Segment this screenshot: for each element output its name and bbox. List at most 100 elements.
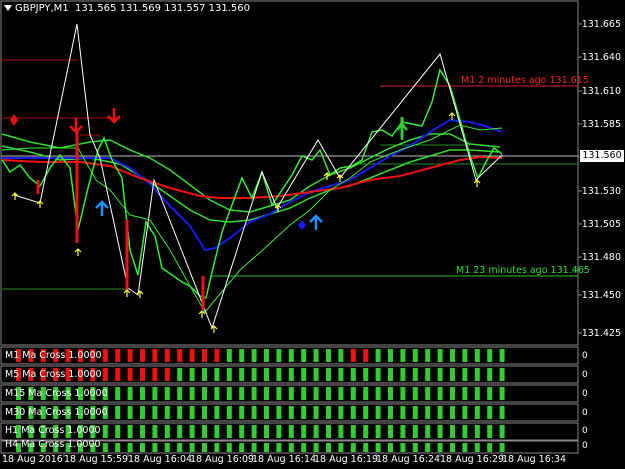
- price-label: 131.480: [581, 252, 621, 263]
- bar-down: [202, 349, 207, 362]
- bar-up: [412, 425, 418, 438]
- bar-up: [288, 349, 294, 362]
- bar-up: [313, 349, 319, 362]
- bar-up: [499, 406, 505, 419]
- bar-up: [177, 443, 183, 452]
- bar-up: [214, 368, 220, 381]
- bar-up: [189, 425, 195, 438]
- bar-up: [326, 349, 331, 362]
- bar-up: [363, 368, 369, 381]
- bar-down: [350, 349, 356, 362]
- bar-up: [102, 425, 108, 438]
- bar-up: [412, 387, 418, 400]
- bar-up: [375, 368, 381, 381]
- bar-up: [425, 443, 431, 452]
- bar-up: [313, 387, 319, 400]
- bar-up: [375, 443, 381, 452]
- bar-up: [474, 425, 480, 438]
- bar-up: [127, 406, 133, 419]
- bar-up: [226, 387, 232, 400]
- bar-up: [437, 387, 443, 400]
- bar-up: [474, 349, 480, 362]
- bar-up: [437, 425, 443, 438]
- bar-up: [164, 406, 170, 419]
- bar-up: [226, 368, 232, 381]
- bar-up: [487, 387, 493, 400]
- bar-up: [400, 387, 406, 400]
- bar-up: [301, 368, 307, 381]
- subpanel-value: 0: [582, 408, 588, 418]
- bar-up: [189, 368, 195, 381]
- bar-up: [276, 368, 282, 381]
- bar-up: [127, 443, 133, 452]
- price-label: 131.585: [581, 119, 621, 130]
- bar-up: [140, 443, 145, 452]
- bar-down: [152, 349, 158, 362]
- bar-up: [388, 368, 393, 381]
- bar-up: [276, 425, 282, 438]
- bar-up: [301, 443, 307, 452]
- bar-up: [226, 425, 232, 438]
- bar-up: [462, 368, 468, 381]
- bar-up: [115, 425, 121, 438]
- bar-up: [152, 425, 158, 438]
- bar-down: [152, 368, 158, 381]
- bar-up: [425, 406, 431, 419]
- bar-up: [313, 425, 319, 438]
- bar-up: [301, 349, 307, 362]
- bar-up: [462, 349, 468, 362]
- bar-up: [474, 443, 480, 452]
- bar-down: [177, 349, 183, 362]
- symbol-label: GBPJPY,M1: [15, 3, 69, 14]
- subpanel-value: 0: [582, 426, 588, 436]
- bar-down: [363, 349, 369, 362]
- bar-up: [276, 387, 282, 400]
- subpanel-value: 0: [582, 441, 588, 451]
- bar-up: [288, 425, 294, 438]
- bar-up: [400, 443, 406, 452]
- bar-up: [338, 425, 344, 438]
- bar-up: [462, 443, 468, 452]
- bar-up: [226, 349, 232, 362]
- bar-up: [214, 443, 220, 452]
- bar-up: [437, 368, 443, 381]
- bar-up: [189, 387, 195, 400]
- price-label: 131.610: [581, 86, 621, 97]
- bar-up: [301, 387, 307, 400]
- level-label-green: M1 23 minutes ago 131.465: [456, 265, 590, 276]
- bar-up: [350, 443, 356, 452]
- bar-up: [450, 387, 455, 400]
- bar-up: [152, 387, 158, 400]
- bar-up: [313, 406, 319, 419]
- bar-up: [276, 349, 282, 362]
- bar-up: [164, 387, 170, 400]
- bar-down: [140, 368, 145, 381]
- bar-up: [400, 349, 406, 362]
- chart-title: GBPJPY,M1 131.565 131.569 131.557 131.56…: [4, 3, 250, 14]
- bar-up: [177, 387, 183, 400]
- bar-up: [189, 406, 195, 419]
- bar-up: [499, 425, 505, 438]
- dropdown-triangle-icon[interactable]: [4, 5, 12, 11]
- bar-up: [239, 425, 245, 438]
- bar-down: [214, 349, 220, 362]
- bar-up: [239, 349, 245, 362]
- bar-up: [288, 406, 294, 419]
- price-label: 131.665: [581, 19, 621, 30]
- subpanel-label: M5 Ma Cross 1.0000: [5, 369, 102, 380]
- bar-up: [164, 443, 170, 452]
- bar-up: [487, 406, 493, 419]
- bar-up: [388, 349, 393, 362]
- subpanel-value: 0: [582, 370, 588, 380]
- bar-up: [499, 387, 505, 400]
- subpanel-label: H1 Ma Cross 1.0000: [5, 425, 101, 436]
- bar-up: [450, 349, 455, 362]
- bar-up: [412, 368, 418, 381]
- bar-up: [226, 443, 232, 452]
- bar-up: [363, 443, 369, 452]
- bar-up: [264, 349, 269, 362]
- time-label: 18 Aug 16:34: [502, 454, 567, 465]
- bar-up: [388, 443, 393, 452]
- bar-up: [388, 406, 393, 419]
- bar-up: [375, 425, 381, 438]
